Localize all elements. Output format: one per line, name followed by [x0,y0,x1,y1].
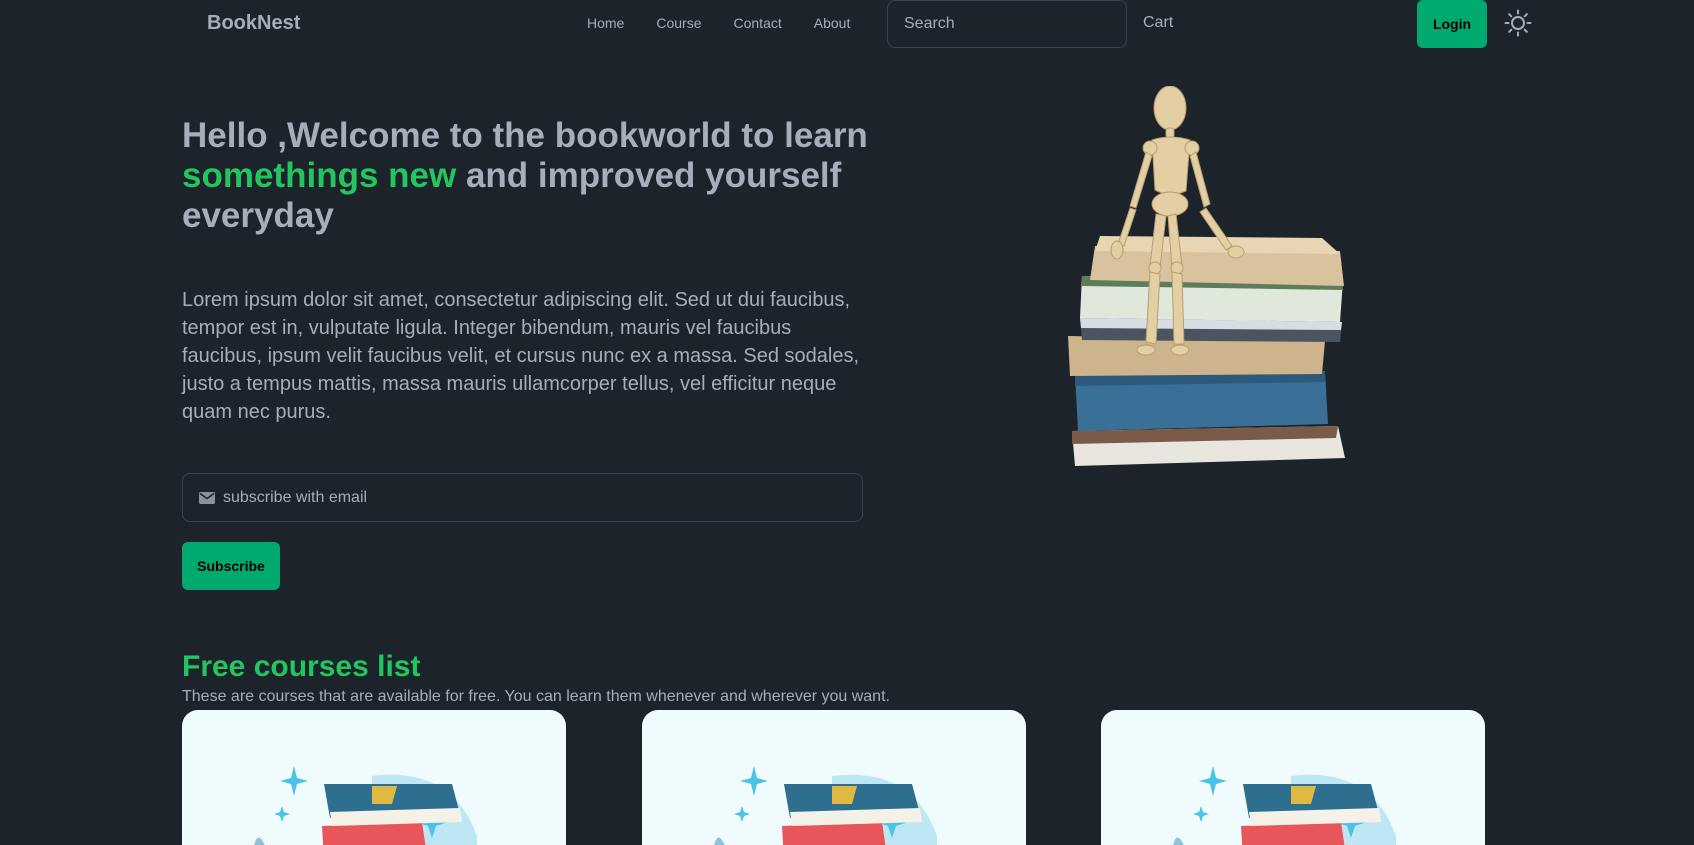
hero-image [1068,86,1345,466]
course-card[interactable] [1101,710,1485,845]
hero-description: Lorem ipsum dolor sit amet, consectetur … [182,289,860,423]
cart-link[interactable]: Cart [1143,14,1173,32]
nav-about[interactable]: About [798,14,867,32]
main-nav: Home Course Contact About [587,14,866,32]
sun-icon[interactable] [1504,9,1532,37]
email-field-wrapper [182,473,863,522]
email-field[interactable] [223,488,846,507]
hero-title: Hello ,Welcome to the bookworld to learn… [182,116,882,236]
subscribe-button[interactable]: Subscribe [182,542,280,590]
hero-title-accent: somethings new [182,156,457,195]
login-button[interactable]: Login [1417,0,1487,48]
courses-subtitle: These are courses that are available for… [182,688,890,705]
course-card[interactable] [642,710,1026,845]
books-illustration [714,766,937,845]
hero-title-part1: Hello ,Welcome to the bookworld to learn [182,116,868,155]
books-illustration [254,766,477,845]
course-card[interactable] [182,710,566,845]
courses-title: Free courses list [182,650,421,683]
search-box [887,0,1127,48]
nav-course[interactable]: Course [640,14,717,32]
nav-contact[interactable]: Contact [718,14,798,32]
search-icon[interactable] [1111,17,1112,31]
search-input[interactable] [904,15,1111,33]
nav-home[interactable]: Home [587,14,640,32]
mail-icon [199,491,215,504]
book-stack [1068,236,1345,466]
books-illustration [1173,766,1396,845]
page: BookNest Home Course Contact About Cart … [0,0,1694,845]
brand-logo[interactable]: BookNest [207,12,300,35]
